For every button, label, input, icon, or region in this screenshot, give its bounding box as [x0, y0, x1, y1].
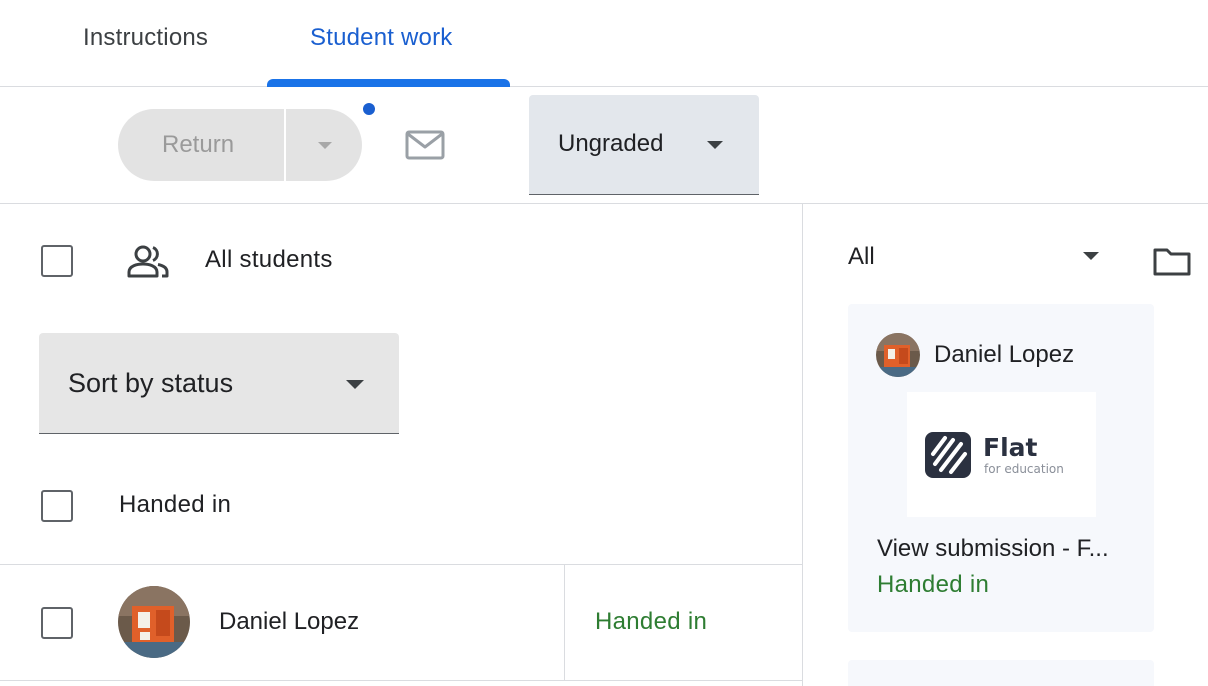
submissions-panel: All Daniel Lopez Flat for education View… — [802, 204, 1208, 686]
student-name: Daniel Lopez — [219, 608, 360, 635]
submission-status: Handed in — [877, 571, 990, 598]
toolbar: Return Ungraded — [0, 88, 1208, 204]
return-split-button: Return — [118, 109, 362, 181]
chevron-down-icon — [707, 141, 723, 149]
sort-select[interactable]: Sort by status — [39, 333, 399, 434]
view-submission-link[interactable]: View submission - F... — [877, 535, 1109, 563]
submission-thumbnail[interactable]: Flat for education — [907, 392, 1096, 517]
return-divider — [284, 109, 286, 181]
student-checkbox[interactable] — [41, 607, 73, 639]
submission-card[interactable] — [848, 660, 1154, 686]
student-roster: All students Sort by status Handed in Da… — [0, 204, 802, 686]
notification-dot — [363, 103, 375, 115]
grade-filter-select[interactable]: Ungraded — [529, 95, 759, 195]
return-dropdown-icon[interactable] — [318, 142, 332, 149]
group-label-handed-in: Handed in — [119, 491, 232, 518]
people-icon — [127, 245, 169, 278]
chevron-down-icon — [346, 380, 364, 389]
email-icon[interactable] — [405, 130, 445, 160]
row-divider — [564, 565, 565, 681]
folder-icon[interactable] — [1153, 246, 1191, 276]
group-checkbox-handed-in[interactable] — [41, 490, 73, 522]
avatar — [876, 333, 920, 377]
sort-select-value: Sort by status — [68, 368, 234, 398]
submission-card[interactable]: Daniel Lopez Flat for education View sub… — [848, 304, 1154, 632]
chevron-down-icon[interactable] — [1083, 252, 1099, 260]
student-row[interactable]: Daniel Lopez Handed in — [0, 564, 802, 681]
avatar — [118, 586, 190, 658]
all-students-label[interactable]: All students — [205, 246, 333, 274]
tab-bar: Instructions Student work — [0, 0, 1208, 87]
return-button[interactable]: Return — [162, 131, 234, 159]
grade-filter-value: Ungraded — [558, 130, 664, 157]
submission-student-name: Daniel Lopez — [934, 341, 1075, 368]
thumbnail-subtitle: for education — [984, 462, 1064, 476]
student-status: Handed in — [595, 608, 708, 635]
thumbnail-title: Flat — [983, 433, 1038, 462]
active-tab-indicator — [267, 79, 510, 87]
submission-filter-value[interactable]: All — [848, 243, 875, 271]
tab-student-work[interactable]: Student work — [310, 24, 452, 52]
tab-instructions[interactable]: Instructions — [83, 24, 208, 52]
select-all-checkbox[interactable] — [41, 245, 73, 277]
